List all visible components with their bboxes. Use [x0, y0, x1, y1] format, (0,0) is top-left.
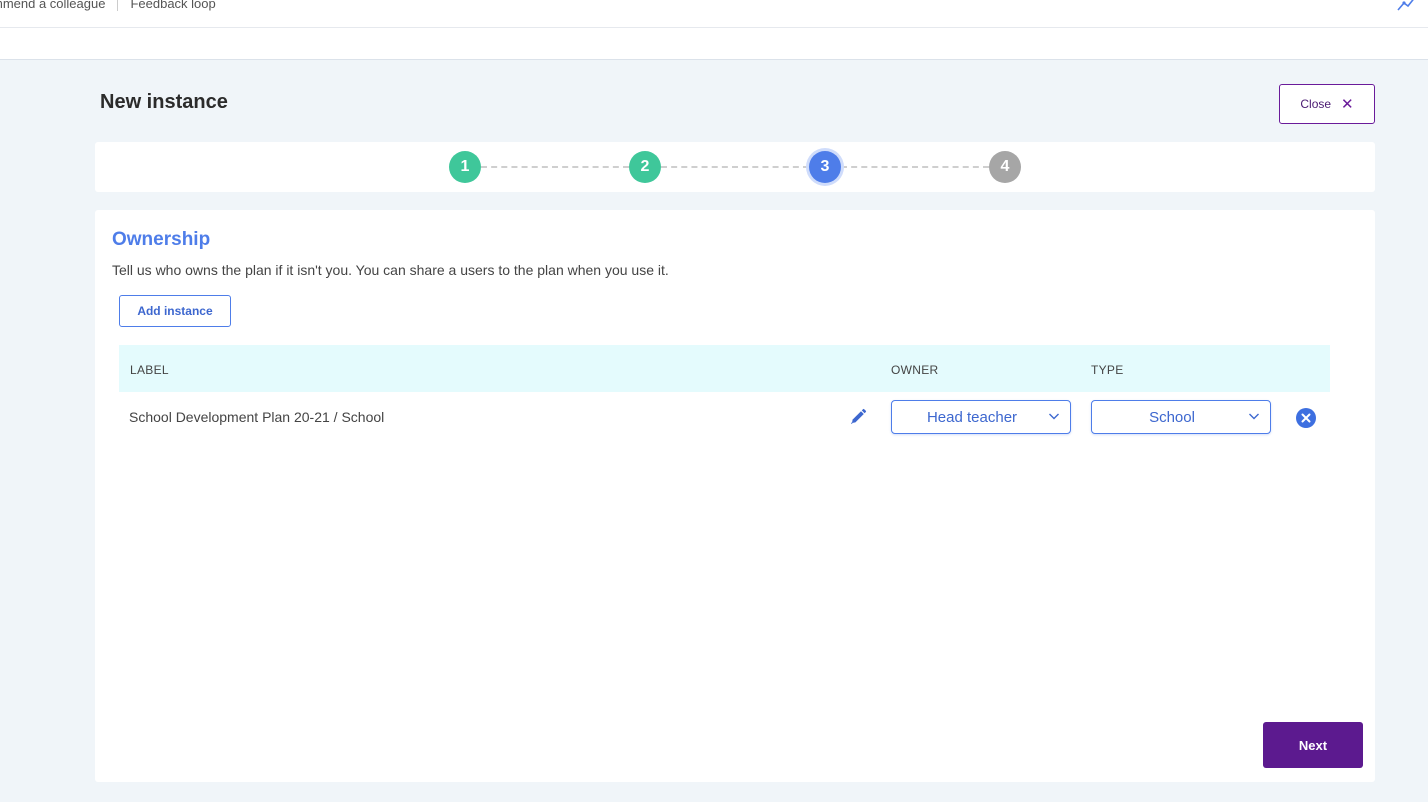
link-divider: [117, 0, 119, 11]
ownership-card: Ownership Tell us who owns the plan if i…: [95, 210, 1375, 782]
stepper: 1 2 3 4: [95, 142, 1375, 192]
column-label: LABEL: [130, 363, 169, 377]
chevron-down-icon: [1049, 413, 1059, 420]
secondary-bar: [0, 28, 1428, 60]
top-navigation-bar: mmend a colleague Feedback loop: [0, 0, 1428, 28]
remove-circle-icon[interactable]: [1296, 408, 1316, 428]
table-row: School Development Plan 20-21 / School H…: [119, 392, 1330, 442]
step-connector: [481, 166, 629, 168]
top-links: mmend a colleague Feedback loop: [0, 0, 216, 11]
next-button[interactable]: Next: [1263, 722, 1363, 768]
column-type: TYPE: [1091, 363, 1124, 377]
feedback-loop-link[interactable]: Feedback loop: [130, 0, 215, 11]
chevron-down-icon: [1249, 413, 1259, 420]
step-connector: [661, 166, 809, 168]
close-icon: ✕: [1341, 95, 1354, 113]
section-title: Ownership: [112, 229, 211, 250]
owner-select-value: Head teacher: [926, 409, 1018, 426]
type-select[interactable]: School: [1091, 400, 1271, 434]
page-title: New instance: [100, 91, 228, 113]
add-instance-button[interactable]: Add instance: [119, 295, 231, 327]
step-2[interactable]: 2: [629, 151, 661, 183]
owner-select[interactable]: Head teacher: [891, 400, 1071, 434]
close-button-label: Close: [1300, 97, 1332, 111]
close-button[interactable]: Close ✕: [1279, 84, 1375, 124]
table-header: LABEL OWNER TYPE: [119, 345, 1330, 392]
instance-label: School Development Plan 20-21 / School: [129, 409, 385, 425]
step-3[interactable]: 3: [809, 151, 841, 183]
recommend-colleague-link[interactable]: mmend a colleague: [0, 0, 105, 11]
type-select-value: School: [1149, 409, 1195, 426]
step-1[interactable]: 1: [449, 151, 481, 183]
column-owner: OWNER: [891, 363, 939, 377]
pencil-icon[interactable]: [849, 408, 867, 426]
section-description: Tell us who owns the plan if it isn't yo…: [112, 262, 669, 278]
pen-tool-icon[interactable]: [1396, 0, 1418, 12]
step-connector: [841, 166, 989, 168]
step-4[interactable]: 4: [989, 151, 1021, 183]
